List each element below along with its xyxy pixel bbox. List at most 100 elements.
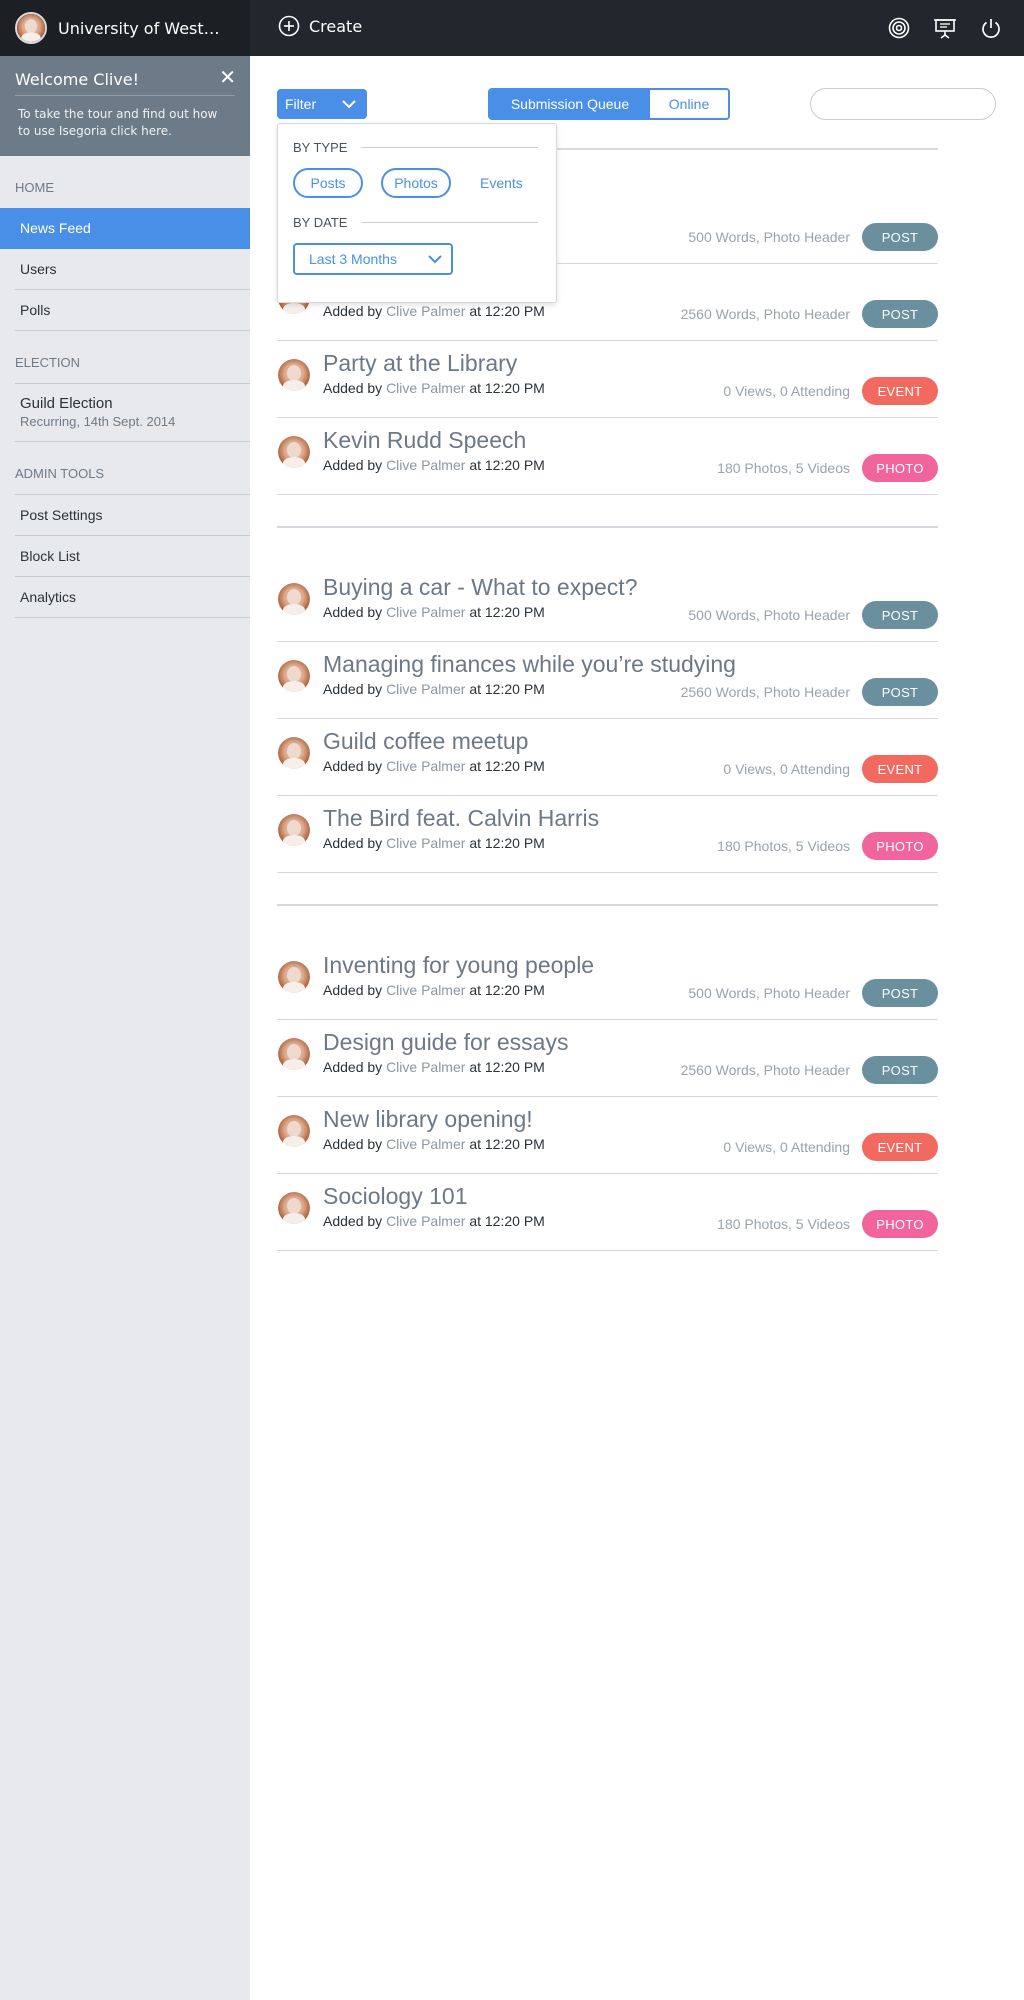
- close-icon[interactable]: ✕: [219, 68, 236, 88]
- sidebar-item-post-settings[interactable]: Post Settings: [0, 495, 250, 536]
- create-button[interactable]: Create: [278, 15, 362, 37]
- author-link[interactable]: Clive Palmer: [386, 758, 465, 774]
- feed-item-byline: Added by Clive Palmer at 12:20 PM: [323, 835, 545, 851]
- added-by-label: Added by: [323, 380, 383, 396]
- type-badge[interactable]: POST: [862, 678, 938, 706]
- welcome-text[interactable]: To take the tour and find out how to use…: [15, 106, 223, 140]
- feed-item[interactable]: The Bird feat. Calvin Harris Added by Cli…: [277, 796, 938, 873]
- at-label: at: [469, 604, 481, 620]
- type-badge[interactable]: EVENT: [862, 1133, 938, 1161]
- type-badge[interactable]: POST: [862, 979, 938, 1007]
- author-link[interactable]: Clive Palmer: [386, 457, 465, 473]
- feed-item-title[interactable]: The Bird feat. Calvin Harris: [323, 805, 599, 832]
- search-input[interactable]: [810, 88, 996, 120]
- author-link[interactable]: Clive Palmer: [386, 380, 465, 396]
- feed-item-title[interactable]: Sociology 101: [323, 1183, 468, 1210]
- feed-item-title[interactable]: Kevin Rudd Speech: [323, 427, 526, 454]
- brand[interactable]: University of Western Australia: [0, 0, 250, 56]
- filter-type-events[interactable]: Events: [480, 168, 523, 198]
- sidebar-item-users[interactable]: Users: [0, 249, 250, 290]
- by-date-label: BY DATE: [293, 215, 348, 230]
- author-link[interactable]: Clive Palmer: [386, 1213, 465, 1229]
- presentation-icon[interactable]: [932, 15, 958, 41]
- section-divider: [277, 904, 938, 906]
- author-link[interactable]: Clive Palmer: [386, 303, 465, 319]
- author-link[interactable]: Clive Palmer: [386, 681, 465, 697]
- feed-item[interactable]: Party at the Library Added by Clive Palme…: [277, 341, 938, 418]
- author-link[interactable]: Clive Palmer: [386, 982, 465, 998]
- type-badge[interactable]: PHOTO: [862, 832, 938, 860]
- feed-item-title[interactable]: Design guide for essays: [323, 1029, 568, 1056]
- type-badge[interactable]: POST: [862, 1056, 938, 1084]
- tab-submission-queue[interactable]: Submission Queue: [490, 90, 650, 118]
- feed-item-meta: 0 Views, 0 Attending: [723, 1139, 850, 1155]
- author-avatar[interactable]: [278, 1038, 310, 1070]
- feed-item[interactable]: Kevin Rudd Speech Added by Clive Palmer a…: [277, 418, 938, 495]
- feed-item[interactable]: Guild coffee meetup Added by Clive Palmer…: [277, 719, 938, 796]
- feed-item[interactable]: Inventing for young people Added by Clive…: [277, 943, 938, 1020]
- feed-item-byline: Added by Clive Palmer at 12:20 PM: [323, 1059, 545, 1075]
- feed-item-title[interactable]: New library opening!: [323, 1106, 533, 1133]
- author-avatar[interactable]: [278, 583, 310, 615]
- author-avatar[interactable]: [278, 814, 310, 846]
- author-avatar[interactable]: [278, 660, 310, 692]
- feed-item-meta: 0 Views, 0 Attending: [723, 383, 850, 399]
- feed-item-title[interactable]: Buying a car - What to expect?: [323, 574, 638, 601]
- feed-item[interactable]: Buying a car - What to expect? Added by C…: [277, 565, 938, 642]
- type-badge[interactable]: PHOTO: [862, 454, 938, 482]
- feed-item-meta: 2560 Words, Photo Header: [680, 684, 850, 700]
- sidebar-item-analytics[interactable]: Analytics: [0, 577, 250, 618]
- feed-item[interactable]: Sociology 101 Added by Clive Palmer at 12…: [277, 1174, 938, 1251]
- type-badge[interactable]: POST: [862, 223, 938, 251]
- feed-item[interactable]: New library opening! Added by Clive Palme…: [277, 1097, 938, 1174]
- welcome-panel[interactable]: Welcome Clive! To take the tour and find…: [0, 56, 250, 156]
- tab-online[interactable]: Online: [650, 90, 728, 118]
- by-date-heading: BY DATE: [293, 215, 538, 230]
- feed-item-byline: Added by Clive Palmer at 12:20 PM: [323, 1213, 545, 1229]
- author-link[interactable]: Clive Palmer: [386, 1059, 465, 1075]
- post-time: 12:20 PM: [484, 303, 545, 319]
- type-badge[interactable]: EVENT: [862, 755, 938, 783]
- author-avatar[interactable]: [278, 737, 310, 769]
- post-time: 12:20 PM: [484, 457, 545, 473]
- post-time: 12:20 PM: [484, 758, 545, 774]
- feed-item-meta: 180 Photos, 5 Videos: [717, 838, 850, 854]
- author-avatar[interactable]: [278, 1192, 310, 1224]
- sidebar-item-block-list[interactable]: Block List: [0, 536, 250, 577]
- sidebar-item-guild-election[interactable]: Guild Election Recurring, 14th Sept. 201…: [0, 384, 250, 442]
- feed-item-title[interactable]: Guild coffee meetup: [323, 728, 528, 755]
- feed-item[interactable]: Design guide for essays Added by Clive Pa…: [277, 1020, 938, 1097]
- author-avatar[interactable]: [278, 961, 310, 993]
- filter-type-posts[interactable]: Posts: [293, 168, 363, 198]
- feed-item[interactable]: Managing finances while you’re studying A…: [277, 642, 938, 719]
- type-badge[interactable]: PHOTO: [862, 1210, 938, 1238]
- feed-item-title[interactable]: Inventing for young people: [323, 952, 594, 979]
- added-by-label: Added by: [323, 303, 383, 319]
- date-range-select[interactable]: Last 3 Months: [293, 243, 453, 275]
- chevron-down-icon: [342, 100, 356, 109]
- election-heading: ELECTION: [15, 355, 81, 370]
- target-icon[interactable]: [886, 15, 912, 41]
- app-title: University of Western Australia: [58, 18, 228, 38]
- post-time: 12:20 PM: [484, 604, 545, 620]
- type-badge[interactable]: POST: [862, 601, 938, 629]
- at-label: at: [469, 1136, 481, 1152]
- feed-item-title[interactable]: Managing finances while you’re studying: [323, 651, 736, 678]
- type-badge[interactable]: POST: [862, 300, 938, 328]
- sidebar-item-polls[interactable]: Polls: [0, 290, 250, 331]
- author-avatar[interactable]: [278, 359, 310, 391]
- author-link[interactable]: Clive Palmer: [386, 1136, 465, 1152]
- power-icon[interactable]: [978, 15, 1004, 41]
- feed-item-title[interactable]: Party at the Library: [323, 350, 517, 377]
- filter-button[interactable]: Filter: [277, 89, 367, 119]
- author-avatar[interactable]: [278, 436, 310, 468]
- filter-type-photos[interactable]: Photos: [381, 168, 451, 198]
- post-time: 12:20 PM: [484, 835, 545, 851]
- author-link[interactable]: Clive Palmer: [386, 835, 465, 851]
- at-label: at: [469, 982, 481, 998]
- author-avatar[interactable]: [278, 1115, 310, 1147]
- author-link[interactable]: Clive Palmer: [386, 604, 465, 620]
- sidebar-item-news-feed[interactable]: News Feed: [0, 208, 250, 249]
- filter-label: Filter: [285, 96, 317, 112]
- type-badge[interactable]: EVENT: [862, 377, 938, 405]
